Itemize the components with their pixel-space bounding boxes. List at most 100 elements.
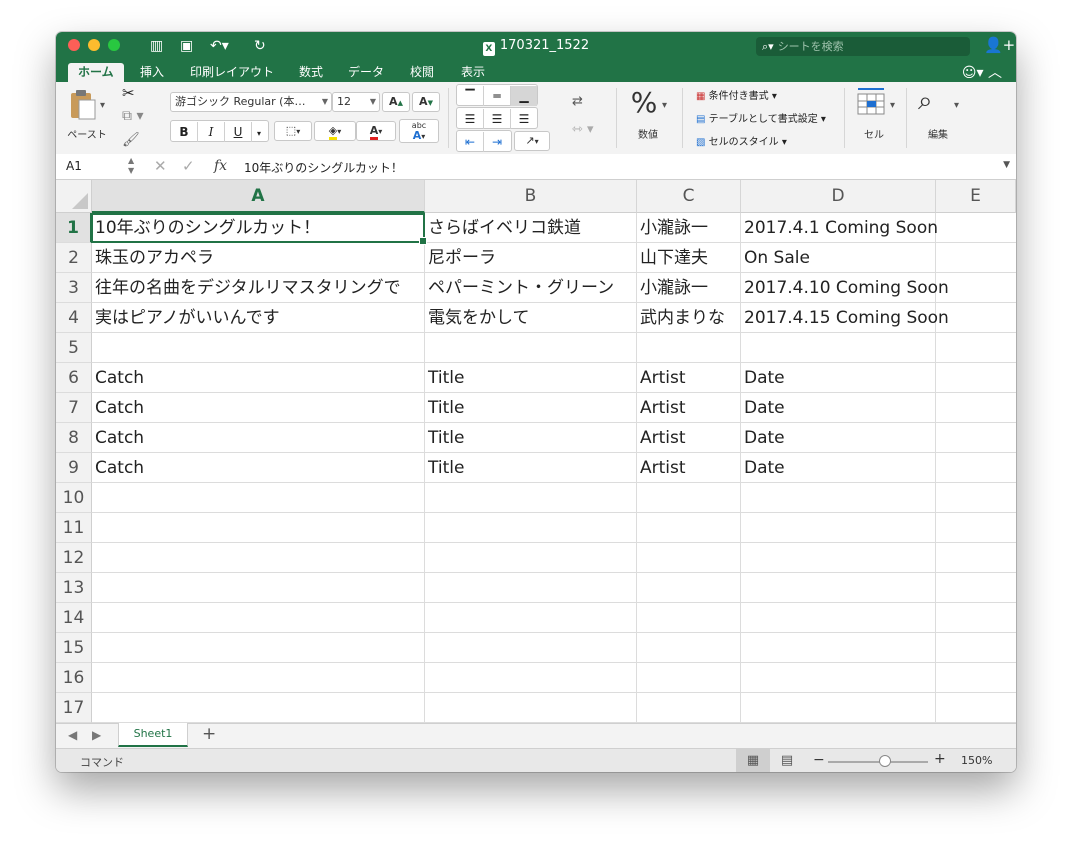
cell-d4[interactable]: 2017.4.15 Coming Soon	[744, 303, 949, 333]
zoom-in-icon[interactable]: +	[934, 751, 946, 767]
cells-insert-button[interactable]	[856, 86, 888, 122]
row-header-8[interactable]: 8	[56, 423, 92, 453]
tab-review[interactable]: 校閲	[410, 63, 434, 82]
edit-dropdown-icon[interactable]: ▾	[954, 100, 959, 111]
normal-view-icon[interactable]: ▦	[736, 749, 770, 772]
cell-a8[interactable]: Catch	[95, 423, 144, 453]
cancel-entry-icon[interactable]: ✕	[154, 157, 167, 175]
tab-formulas[interactable]: 数式	[299, 63, 323, 82]
percent-format-button[interactable]: %	[626, 86, 662, 119]
cell-c8[interactable]: Artist	[640, 423, 686, 453]
tab-insert[interactable]: 挿入	[140, 63, 164, 82]
cell-b3[interactable]: ペパーミント・グリーン	[428, 273, 614, 303]
formula-input[interactable]: 10年ぶりのシングルカット！	[244, 159, 403, 176]
paste-button[interactable]	[68, 88, 98, 120]
cell-d3[interactable]: 2017.4.10 Coming Soon	[744, 273, 949, 303]
wrap-text-icon[interactable]: ⇄	[572, 94, 583, 109]
row-header-7[interactable]: 7	[56, 393, 92, 423]
cell-d2[interactable]: On Sale	[744, 243, 810, 273]
cell-a2[interactable]: 珠玉のアカペラ	[95, 243, 214, 273]
tab-home[interactable]: ホーム	[68, 63, 124, 82]
formula-expand-icon[interactable]: ▼	[1003, 160, 1010, 170]
column-header-c[interactable]: C	[637, 180, 741, 213]
align-center-icon[interactable]: ☰	[484, 109, 511, 129]
merge-cells-icon[interactable]: ⇿ ▾	[572, 122, 594, 137]
cell-b7[interactable]: Title	[428, 393, 464, 423]
find-select-button[interactable]: ⌕	[918, 86, 933, 117]
cell-a4[interactable]: 実はピアノがいいんです	[95, 303, 280, 333]
cut-icon[interactable]: ✂	[122, 84, 135, 102]
cell-b1[interactable]: さらばイベリコ鉄道	[428, 213, 581, 243]
prev-sheet-icon[interactable]: ◀	[68, 728, 77, 742]
spreadsheet-grid[interactable]: A B C D E 1 10年ぶりのシングルカット！ さらばイベリコ鉄道 小瀧詠一 2017.4.…	[56, 180, 1016, 723]
row-header-3[interactable]: 3	[56, 273, 92, 303]
zoom-out-icon[interactable]: −	[813, 752, 825, 768]
column-header-b[interactable]: B	[425, 180, 637, 213]
shrink-font-button[interactable]: A▼	[412, 92, 440, 112]
align-left-icon[interactable]: ☰	[457, 109, 484, 129]
font-size-select[interactable]: 12 ▼	[332, 92, 380, 112]
bold-button[interactable]: B	[171, 122, 198, 142]
paste-dropdown-icon[interactable]: ▾	[100, 100, 105, 111]
cell-c6[interactable]: Artist	[640, 363, 686, 393]
italic-button[interactable]: I	[198, 122, 225, 142]
orientation-button[interactable]: ↗▾	[514, 131, 550, 151]
cells-dropdown-icon[interactable]: ▾	[890, 100, 895, 111]
zoom-slider[interactable]	[828, 761, 928, 763]
row-header-10[interactable]: 10	[56, 483, 92, 513]
row-header-13[interactable]: 13	[56, 573, 92, 603]
cell-styles-button[interactable]: ▧ セルのスタイル ▾	[696, 133, 787, 148]
phonetic-button[interactable]: abc A▾	[399, 119, 439, 143]
increase-indent-icon[interactable]: ⇥	[484, 132, 510, 152]
select-all-corner[interactable]	[56, 180, 92, 213]
row-header-12[interactable]: 12	[56, 543, 92, 573]
format-painter-icon[interactable]: 🖌	[122, 132, 140, 148]
name-box-stepper-icon[interactable]: ▲ ▼	[128, 156, 134, 176]
cell-b6[interactable]: Title	[428, 363, 464, 393]
align-top-icon[interactable]: ▔	[457, 86, 484, 106]
decrease-indent-icon[interactable]: ⇤	[457, 132, 484, 152]
cell-d8[interactable]: Date	[744, 423, 785, 453]
cell-a9[interactable]: Catch	[95, 453, 144, 483]
cell-c2[interactable]: 山下達夫	[640, 243, 708, 273]
row-header-5[interactable]: 5	[56, 333, 92, 363]
add-sheet-icon[interactable]: +	[202, 724, 216, 744]
cell-b9[interactable]: Title	[428, 453, 464, 483]
cell-c7[interactable]: Artist	[640, 393, 686, 423]
row-header-15[interactable]: 15	[56, 633, 92, 663]
insert-function-button[interactable]: fx	[214, 158, 227, 174]
cell-c4[interactable]: 武内まりな	[640, 303, 725, 333]
zoom-slider-handle[interactable]	[879, 755, 891, 767]
cell-d1[interactable]: 2017.4.1 Coming Soon	[744, 213, 938, 243]
sheet-tab-sheet1[interactable]: Sheet1	[118, 723, 188, 747]
row-header-14[interactable]: 14	[56, 603, 92, 633]
align-bottom-icon[interactable]: ▁	[511, 86, 537, 106]
row-header-2[interactable]: 2	[56, 243, 92, 273]
tab-page-layout[interactable]: 印刷レイアウト	[190, 63, 274, 82]
cell-c1[interactable]: 小瀧詠一	[640, 213, 708, 243]
conditional-format-button[interactable]: ▦ 条件付き書式 ▾	[696, 87, 777, 102]
cell-a3[interactable]: 往年の名曲をデジタルリマスタリングで	[95, 273, 401, 303]
confirm-entry-icon[interactable]: ✓	[182, 157, 195, 175]
cell-a6[interactable]: Catch	[95, 363, 144, 393]
format-as-table-button[interactable]: ▤ テーブルとして書式設定 ▾	[696, 110, 826, 125]
add-person-icon[interactable]: 👤+	[984, 36, 1015, 54]
font-name-select[interactable]: 游ゴシック Regular (本… ▼	[170, 92, 332, 112]
cell-b8[interactable]: Title	[428, 423, 464, 453]
cell-b2[interactable]: 尼ポーラ	[428, 243, 496, 273]
fill-color-button[interactable]: ◈▾	[314, 121, 356, 141]
align-right-icon[interactable]: ☰	[511, 109, 537, 129]
sheet-search-field[interactable]: ⌕▾ シートを検索	[756, 37, 970, 56]
tab-data[interactable]: データ	[348, 63, 384, 82]
page-layout-view-icon[interactable]: ▤	[770, 749, 804, 772]
cell-d7[interactable]: Date	[744, 393, 785, 423]
cell-d9[interactable]: Date	[744, 453, 785, 483]
font-color-button[interactable]: A▾	[356, 121, 396, 141]
underline-dropdown-icon[interactable]: ▾	[252, 124, 266, 144]
name-box[interactable]: A1	[66, 159, 82, 173]
cell-d6[interactable]: Date	[744, 363, 785, 393]
row-header-16[interactable]: 16	[56, 663, 92, 693]
row-header-4[interactable]: 4	[56, 303, 92, 333]
cell-c9[interactable]: Artist	[640, 453, 686, 483]
row-header-9[interactable]: 9	[56, 453, 92, 483]
